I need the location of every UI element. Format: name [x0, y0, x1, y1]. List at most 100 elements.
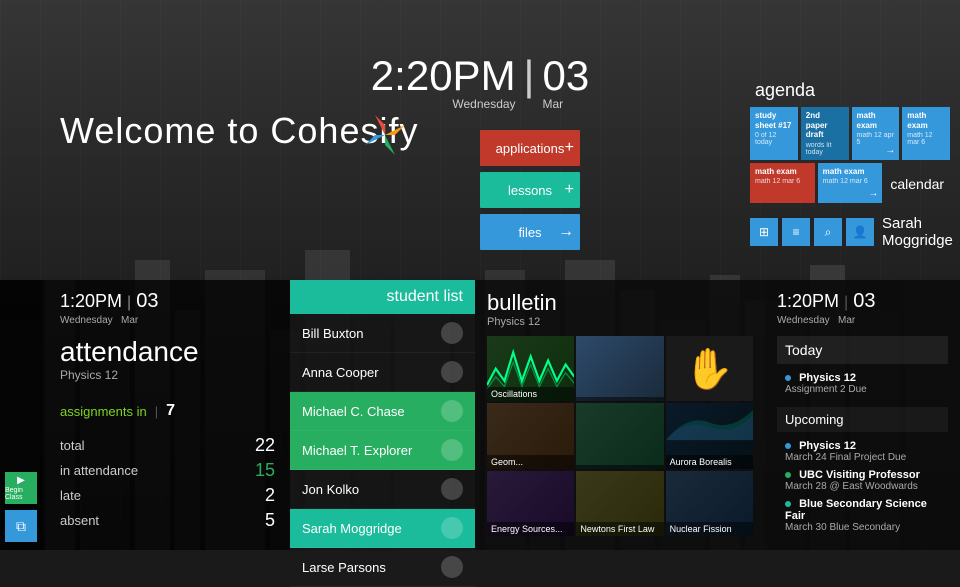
schedule-today-label: Today — [785, 342, 822, 358]
student-name-2: Michael C. Chase — [302, 404, 405, 419]
att-day-name: Wednesday Mar — [60, 315, 275, 326]
dashboard-symbol: ⧉ — [16, 518, 26, 535]
att-assignments-count: 7 — [166, 402, 175, 420]
agenda-tile-math-exam-1[interactable]: math exam math 12 apr 5 → — [852, 107, 900, 160]
schedule-upcoming-items: Physics 12 March 24 Final Project Due UB… — [777, 436, 948, 543]
applications-tile[interactable]: applications + — [480, 130, 580, 166]
att-stats: total 22 in attendance 15 late 2 absent … — [60, 435, 275, 531]
student-avatar-2 — [441, 400, 463, 422]
profile-name: Sarah Moggridge — [882, 215, 953, 249]
sch-day-name: Wednesday Mar — [777, 315, 948, 326]
bulletin-cell-0-label: Oscillations — [487, 387, 574, 401]
bulletin-cell-6[interactable]: Energy Sources... — [487, 471, 574, 536]
bulletin-cell-4[interactable] — [576, 403, 663, 468]
student-avatar-6 — [441, 556, 463, 578]
att-stat-absent-val: 5 — [245, 510, 275, 531]
applications-plus-icon: + — [565, 139, 574, 157]
bulletin-grid: Oscillations ✋ Geom... — [487, 336, 753, 536]
agenda-row-1: study sheet #17 0 of 12 today 2nd paper … — [750, 107, 950, 160]
bulletin-cell-3[interactable]: Geom... — [487, 403, 574, 468]
profile-icon-list[interactable]: ≡ — [782, 218, 810, 246]
agenda-tile-5-arrow-icon: → — [868, 188, 878, 199]
att-time-divider: | — [127, 294, 131, 312]
student-item-4[interactable]: Jon Kolko — [290, 470, 475, 509]
student-avatar-4 — [441, 478, 463, 500]
att-title: attendance — [60, 336, 275, 368]
profile-icon-search[interactable]: ⌕ — [814, 218, 842, 246]
attendance-content: 1:20PM | 03 Wednesday Mar attendance Phy… — [60, 290, 275, 531]
schedule-upcoming-section: Upcoming — [777, 407, 948, 432]
student-avatar-3 — [441, 439, 463, 461]
student-name-4: Jon Kolko — [302, 482, 359, 497]
agenda-calendar-label-tile: calendar — [885, 163, 950, 203]
bulletin-subtitle: Physics 12 — [487, 316, 753, 328]
bulletin-cell-aurora[interactable]: Aurora Borealis — [666, 403, 753, 468]
student-item-6[interactable]: Larse Parsons — [290, 548, 475, 587]
schedule-today-item-0: Physics 12 Assignment 2 Due — [785, 372, 940, 395]
schedule-panel: 1:20PM | 03 Wednesday Mar Today Physics … — [765, 280, 960, 550]
student-name-1: Anna Cooper — [302, 365, 379, 380]
agenda-tile-math-exam-3[interactable]: math exam math 12 mar 6 — [750, 163, 815, 203]
agenda-tile-math-exam-2[interactable]: math exam math 12 mar 6 — [902, 107, 950, 160]
student-avatar-1 — [441, 361, 463, 383]
sch-time: 1:20PM — [777, 291, 839, 312]
files-tile[interactable]: files → — [480, 214, 580, 250]
sch-today-detail-0: Assignment 2 Due — [785, 384, 940, 395]
student-name-3: Michael T. Explorer — [302, 443, 412, 458]
cohesify-logo — [360, 110, 410, 160]
att-day-num: 03 — [136, 290, 158, 313]
profile-icon-grid[interactable]: ⊞ — [750, 218, 778, 246]
bulletin-cell-8-label: Nuclear Fission — [666, 522, 753, 536]
student-item-0[interactable]: Bill Buxton — [290, 314, 475, 353]
agenda-tile-5-title: math exam — [823, 167, 878, 177]
begin-class-label: Begin Class — [5, 487, 37, 501]
agenda-tile-2-title: math exam — [857, 111, 895, 130]
agenda-tile-3-title: math exam — [907, 111, 945, 130]
agenda-tile-4-title: math exam — [755, 167, 810, 177]
bulletin-cell-6-label: Energy Sources... — [487, 522, 574, 536]
student-name-0: Bill Buxton — [302, 326, 363, 341]
files-label: files — [518, 225, 541, 240]
sch-upcoming-detail-0: March 24 Final Project Due — [785, 452, 940, 463]
sch-month: Mar — [838, 315, 855, 326]
att-subtitle: Physics 12 — [60, 368, 275, 382]
student-avatar-5 — [441, 517, 463, 539]
sch-divider: | — [844, 294, 848, 312]
profile-icons: ⊞ ≡ ⌕ 👤 — [750, 218, 874, 246]
student-item-2[interactable]: Michael C. Chase — [290, 392, 475, 431]
begin-class-icon[interactable]: ▶ Begin Class — [5, 472, 37, 504]
att-month: Mar — [121, 315, 138, 326]
sch-upcoming-bullet-1 — [785, 472, 791, 478]
student-name-5: Sarah Moggridge — [302, 521, 402, 536]
agenda-tile-5-sub: math 12 mar 6 — [823, 178, 878, 185]
bulletin-cell-1[interactable] — [576, 336, 663, 401]
bulletin-panel: bulletin Physics 12 Oscillations ✋ Geom.… — [475, 280, 765, 550]
bulletin-cell-oscillations[interactable]: Oscillations — [487, 336, 574, 401]
lessons-plus-icon: + — [565, 181, 574, 199]
agenda-tile-paper-draft[interactable]: 2nd paper draft words lit today — [801, 107, 849, 160]
bulletin-cell-8[interactable]: Nuclear Fission — [666, 471, 753, 536]
schedule-upcoming-label: Upcoming — [785, 412, 844, 427]
student-item-1[interactable]: Anna Cooper — [290, 353, 475, 392]
att-stat-absent-label: absent — [60, 513, 99, 528]
sch-today-bullet-0 — [785, 375, 791, 381]
dashboard-icon[interactable]: ⧉ — [5, 510, 37, 542]
bulletin-cell-hand[interactable]: ✋ — [666, 336, 753, 401]
lessons-tile[interactable]: lessons + — [480, 172, 580, 208]
bulletin-title: bulletin — [487, 290, 753, 316]
schedule-upcoming-item-2: Blue Secondary Science Fair March 30 Blu… — [785, 498, 940, 533]
sch-day-name-text: Wednesday — [777, 315, 830, 326]
bottom-section: ▶ Begin Class ⧉ 1:20PM | 03 Wednesday Ma… — [0, 280, 960, 550]
profile-icon-user[interactable]: 👤 — [846, 218, 874, 246]
bulletin-cell-3-label: Geom... — [487, 455, 574, 469]
agenda-tile-math-exam-4[interactable]: math exam math 12 mar 6 → — [818, 163, 883, 203]
agenda-tile-0-sub: 0 of 12 today — [755, 132, 793, 146]
clock-day-num: 03 — [542, 55, 589, 97]
agenda-tile-study-sheet[interactable]: study sheet #17 0 of 12 today — [750, 107, 798, 160]
agenda-tile-1-title: 2nd paper draft — [806, 111, 844, 140]
student-item-5[interactable]: Sarah Moggridge — [290, 509, 475, 548]
bulletin-cell-7[interactable]: Newtons First Law — [576, 471, 663, 536]
agenda-section: agenda study sheet #17 0 of 12 today 2nd… — [750, 80, 950, 206]
bulletin-cell-5-label: Aurora Borealis — [666, 455, 753, 469]
student-item-3[interactable]: Michael T. Explorer — [290, 431, 475, 470]
